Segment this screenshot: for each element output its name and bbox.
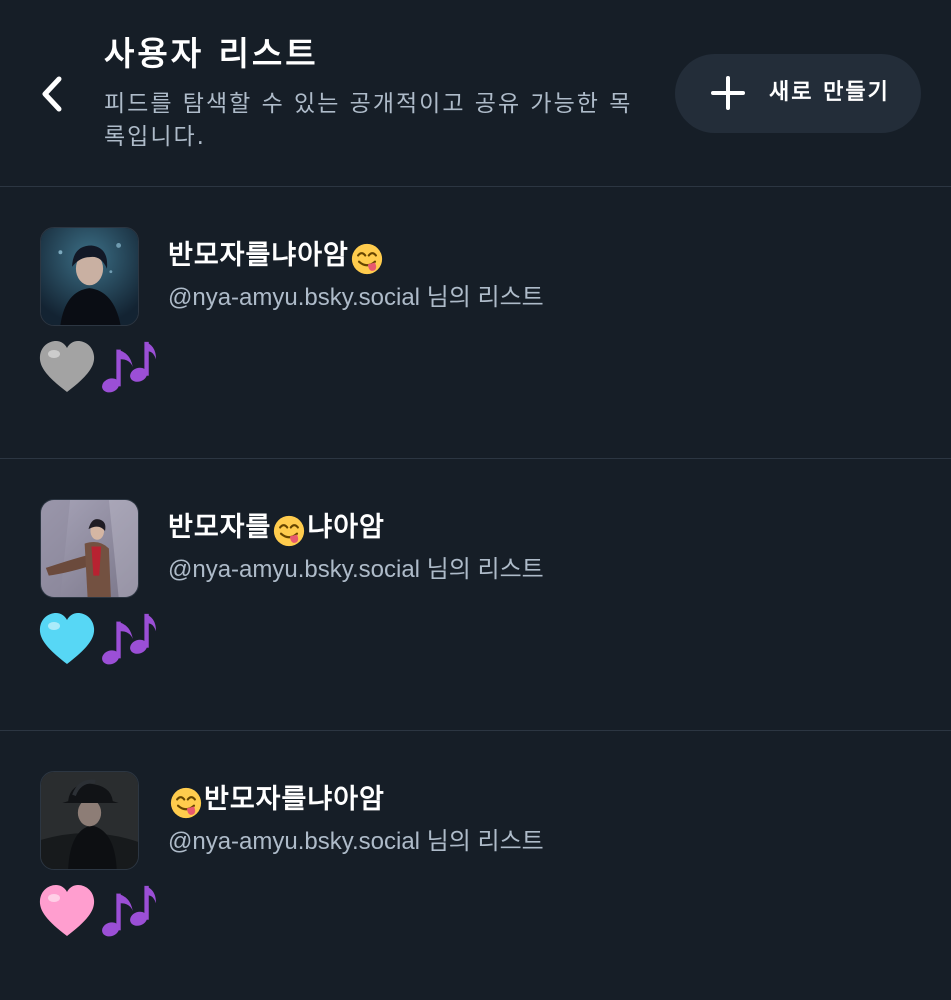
musical-notes-icon (98, 610, 156, 668)
face-savoring-food-icon (273, 515, 305, 547)
list-owner: @nya-amyu.bsky.social 님의 리스트 (168, 556, 544, 583)
list-name-text: 반모자를 (168, 512, 272, 543)
page-title: 사용자 리스트 (104, 34, 319, 73)
musical-notes-icon (98, 882, 156, 940)
list-owner: @nya-amyu.bsky.social 님의 리스트 (168, 284, 544, 311)
list-name: 반모자를냐아암 (168, 781, 385, 819)
list-name: 반모자를냐아암 (168, 237, 385, 275)
avatar-image (41, 228, 138, 325)
list-name-text-after: 냐아암 (307, 512, 385, 543)
list-item[interactable]: 반모자를냐아암 @nya-amyu.bsky.social 님의 리스트 (0, 731, 951, 1000)
list-avatar (40, 771, 139, 870)
list-name-text-after: 반모자를냐아암 (204, 784, 385, 815)
plus-icon (711, 76, 745, 110)
page-header: 사용자 리스트 피드를 탐색할 수 있는 공개적이고 공유 가능한 목록입니다.… (0, 0, 951, 187)
list-description (38, 881, 156, 941)
new-list-button-label: 새로 만들기 (769, 80, 890, 105)
list-avatar (40, 499, 139, 598)
chevron-left-icon (42, 76, 62, 112)
list-owner: @nya-amyu.bsky.social 님의 리스트 (168, 828, 544, 855)
avatar-image (41, 500, 138, 597)
avatar-image (41, 772, 138, 869)
list-name: 반모자를 냐아암 (168, 509, 385, 547)
musical-notes-icon (98, 338, 156, 396)
face-savoring-food-icon (170, 787, 202, 819)
pink-heart-icon (39, 885, 95, 936)
list-description (38, 337, 156, 397)
new-list-button[interactable]: 새로 만들기 (675, 54, 921, 133)
grey-heart-icon (39, 341, 95, 392)
list-avatar (40, 227, 139, 326)
face-savoring-food-icon (351, 243, 383, 275)
light-blue-heart-icon (39, 613, 95, 664)
page-subtitle: 피드를 탐색할 수 있는 공개적이고 공유 가능한 목록입니다. (104, 91, 633, 150)
list-name-text: 반모자를냐아암 (168, 240, 349, 271)
list-item[interactable]: 반모자를 냐아암 @nya-amyu.bsky.social 님의 리스트 (0, 459, 951, 731)
back-button[interactable] (28, 68, 76, 120)
user-lists-screen: 사용자 리스트 피드를 탐색할 수 있는 공개적이고 공유 가능한 목록입니다.… (0, 0, 951, 1000)
list-description (38, 609, 156, 669)
list-item[interactable]: 반모자를냐아암 @nya-amyu.bsky.social 님의 리스트 (0, 187, 951, 459)
